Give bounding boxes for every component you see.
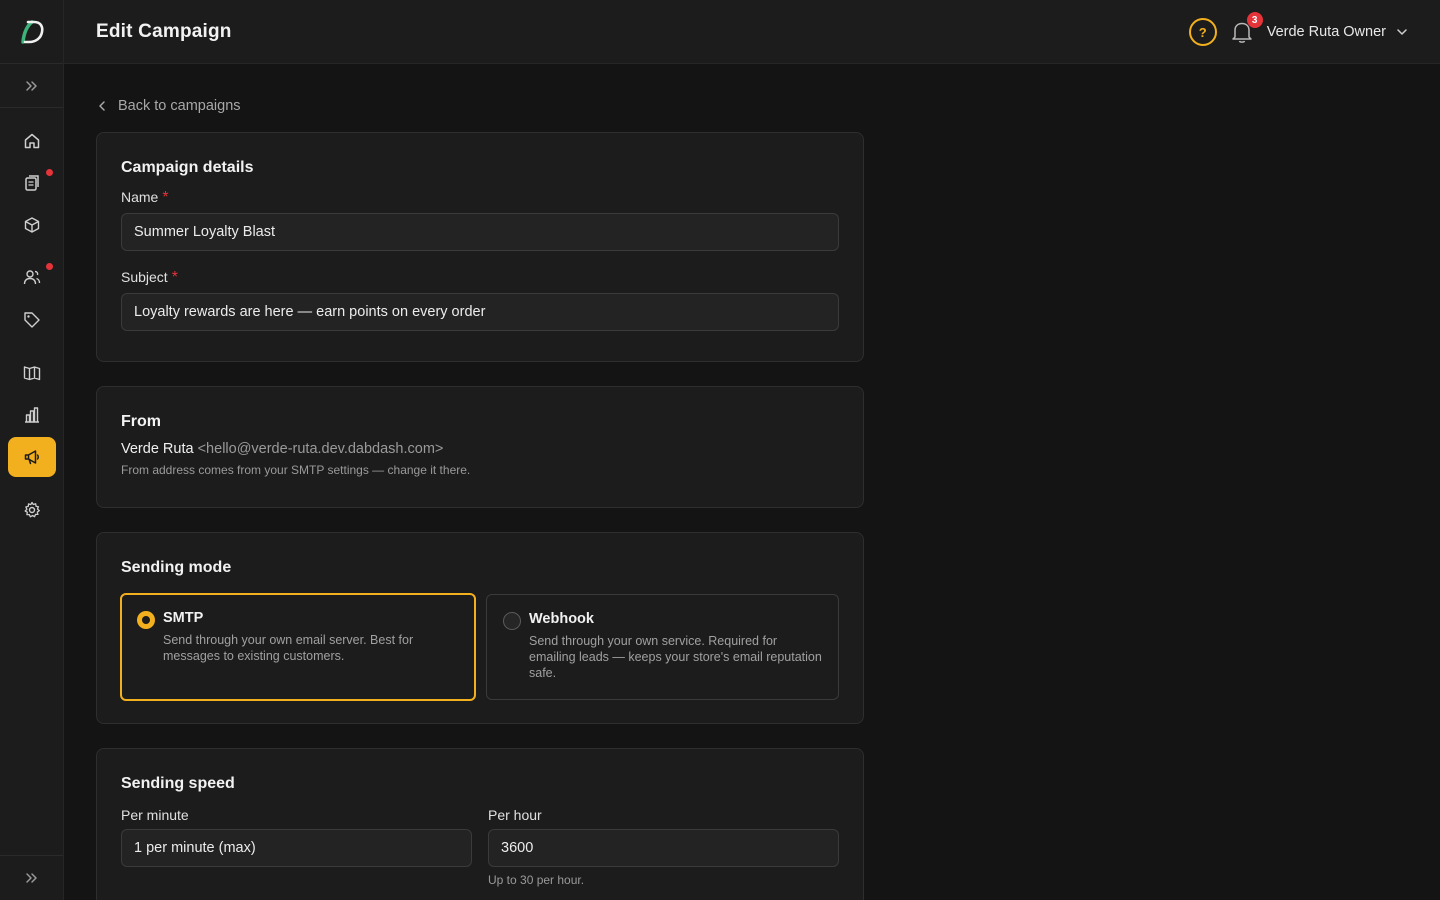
per-hour-field: Per hour 3600 Up to 30 per hour.	[488, 807, 839, 887]
chevron-left-icon	[99, 101, 105, 111]
nav-customers[interactable]	[8, 257, 56, 297]
sending-mode-title: Sending mode	[121, 559, 232, 576]
analytics-icon	[25, 407, 39, 423]
help-icon: ?	[1198, 24, 1207, 40]
smtp-title: SMTP	[163, 610, 204, 626]
subject-field-label: Subject *	[121, 269, 839, 287]
chevrons-right-icon	[25, 80, 37, 91]
required-asterisk: *	[171, 269, 178, 286]
notification-dot	[46, 169, 53, 176]
name-label: Name	[121, 189, 159, 205]
mode-option-smtp[interactable]: SMTP Send through your own email server.…	[120, 593, 476, 701]
sending-mode-card: Sending mode SMTP Send through your own …	[96, 532, 864, 724]
name-input-value: Summer Loyalty Blast	[134, 224, 276, 240]
per-minute-label: Per minute	[121, 807, 189, 823]
campaign-details-card: Campaign details Name * Summer Loyalty Bl…	[96, 132, 864, 362]
gear-icon	[24, 501, 40, 518]
per-minute-select[interactable]: 1 per minute (max)	[121, 829, 472, 867]
page-title: Edit Campaign	[96, 20, 232, 42]
speed-fields: Per minute 1 per minute (max) Per hour 3…	[121, 807, 839, 887]
help-button[interactable]: ?	[1188, 18, 1217, 46]
required-asterisk: *	[162, 189, 169, 206]
nav-campaigns[interactable]	[8, 437, 56, 477]
chevrons-right-icon	[25, 873, 37, 883]
user-name: Verde Ruta Owner	[1266, 24, 1386, 40]
sender-name: Verde Ruta	[121, 441, 194, 457]
megaphone-icon	[24, 450, 39, 465]
from-card: From Verde Ruta <hello@verde-ruta.dev.da…	[96, 386, 864, 508]
user-menu[interactable]: Verde Ruta Owner	[1267, 24, 1408, 40]
sidebar	[0, 0, 64, 900]
per-minute-field: Per minute 1 per minute (max)	[121, 807, 472, 887]
webhook-radio[interactable]	[503, 612, 521, 630]
from-title: From	[121, 413, 161, 430]
per-hour-input[interactable]: 3600	[488, 829, 839, 867]
nav-tags[interactable]	[8, 300, 56, 340]
logo-icon	[20, 19, 44, 44]
products-icon	[24, 217, 40, 233]
book-icon	[23, 366, 41, 381]
notification-dot	[46, 263, 53, 270]
per-hour-label: Per hour	[488, 807, 542, 823]
header-actions: ? 3 Verde Ruta Owner	[1188, 0, 1408, 64]
name-field-label: Name *	[121, 189, 839, 207]
per-hour-hint: Up to 30 per hour.	[488, 873, 585, 887]
webhook-description: Send through your own service. Required …	[529, 634, 822, 680]
customers-icon	[23, 270, 41, 285]
smtp-radio[interactable]	[137, 611, 155, 629]
smtp-description: Send through your own email server. Best…	[163, 633, 414, 663]
per-hour-value: 3600	[501, 840, 534, 856]
from-address: Verde Ruta <hello@verde-ruta.dev.dabdash…	[121, 441, 839, 457]
subject-input-value: Loyalty rewards are here — earn points o…	[134, 304, 486, 320]
expand-sidebar-button[interactable]	[0, 64, 63, 108]
mode-option-webhook[interactable]: Webhook Send through your own service. R…	[486, 594, 839, 700]
home-icon	[24, 133, 40, 149]
notification-count-badge: 3	[1246, 12, 1263, 28]
sender-email: <hello@verde-ruta.dev.dabdash.com>	[197, 441, 444, 457]
sending-speed-card: Sending speed Per minute 1 per minute (m…	[96, 748, 864, 900]
app-logo[interactable]	[0, 0, 63, 64]
nav-analytics[interactable]	[8, 395, 56, 435]
top-header: Edit Campaign ? 3 Verde Ruta Owner	[64, 0, 1440, 64]
nav-settings[interactable]	[8, 490, 56, 530]
nav-catalog[interactable]	[8, 353, 56, 393]
campaign-details-title: Campaign details	[121, 159, 254, 176]
orders-icon	[25, 175, 39, 191]
subject-label: Subject	[121, 269, 168, 285]
notifications-button[interactable]: 3	[1231, 12, 1263, 44]
per-minute-value: 1 per minute (max)	[134, 840, 256, 856]
sending-speed-title: Sending speed	[121, 775, 235, 792]
back-to-campaigns-link[interactable]: Back to campaigns	[96, 95, 241, 117]
expand-sidebar-bottom-button[interactable]	[0, 855, 63, 900]
nav-home[interactable]	[8, 121, 56, 161]
chevron-down-icon	[1397, 29, 1407, 35]
name-input[interactable]: Summer Loyalty Blast	[121, 213, 839, 251]
back-link-label: Back to campaigns	[118, 98, 241, 114]
subject-input[interactable]: Loyalty rewards are here — earn points o…	[121, 293, 839, 331]
nav-orders[interactable]	[8, 163, 56, 203]
from-hint: From address comes from your SMTP settin…	[121, 463, 471, 477]
webhook-title: Webhook	[529, 611, 594, 627]
tag-icon	[24, 312, 40, 328]
nav-products[interactable]	[8, 205, 56, 245]
